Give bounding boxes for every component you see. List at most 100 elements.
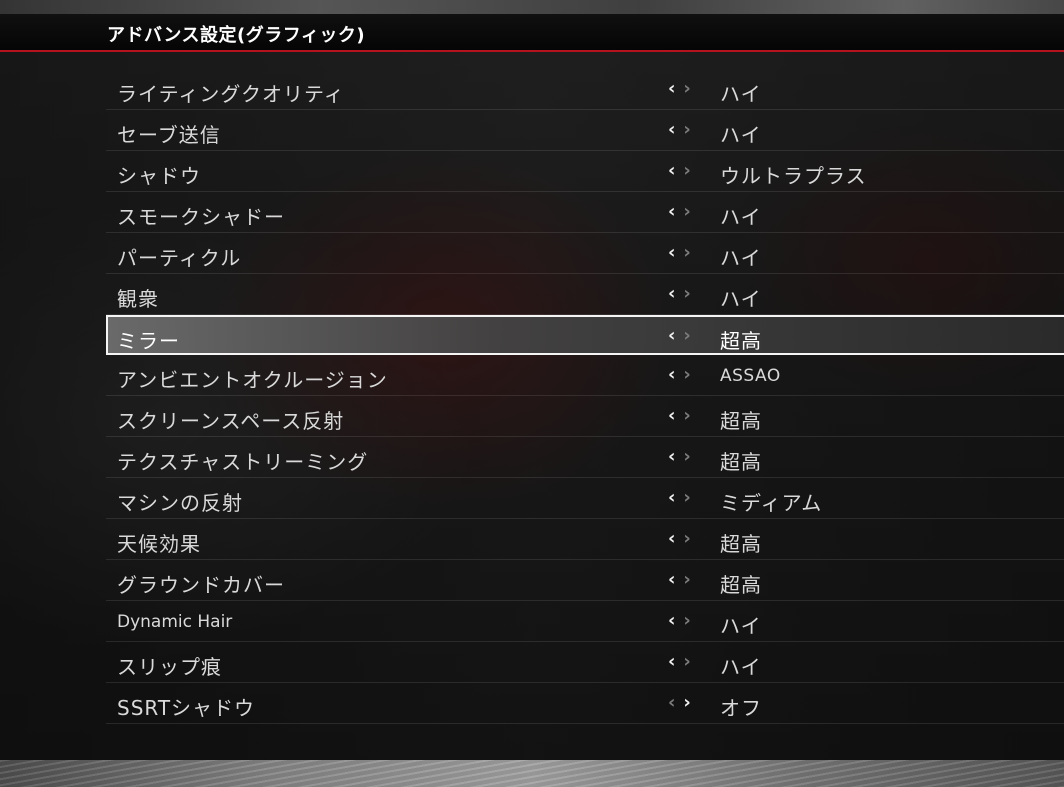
chevron-left-icon[interactable]: ‹ <box>668 78 675 99</box>
setting-value: ウルトラプラス <box>720 164 867 188</box>
value-arrows: ‹ › <box>668 692 691 713</box>
settings-row[interactable]: シャドウ ‹ › ウルトラプラス <box>106 151 1064 192</box>
chevron-right-icon[interactable]: › <box>683 446 690 467</box>
chevron-right-icon[interactable]: › <box>683 160 690 181</box>
settings-row[interactable]: セーブ送信 ‹ › ハイ <box>106 110 1064 151</box>
settings-row[interactable]: パーティクル ‹ › ハイ <box>106 233 1064 274</box>
setting-value: ハイ <box>720 655 762 679</box>
settings-row[interactable]: 天候効果 ‹ › 超高 <box>106 519 1064 560</box>
setting-value: 超高 <box>720 573 762 597</box>
chevron-right-icon[interactable]: › <box>683 528 690 549</box>
value-arrows: ‹ › <box>668 242 691 263</box>
chevron-right-icon[interactable]: › <box>683 610 690 631</box>
value-arrows: ‹ › <box>668 160 691 181</box>
chevron-right-icon[interactable]: › <box>683 405 690 426</box>
chevron-left-icon[interactable]: ‹ <box>668 283 675 304</box>
value-arrows: ‹ › <box>668 569 691 590</box>
setting-value: ハイ <box>720 614 762 638</box>
settings-row[interactable]: 観衆 ‹ › ハイ <box>106 274 1064 315</box>
setting-label: グラウンドカバー <box>117 573 285 597</box>
settings-row[interactable]: スリップ痕 ‹ › ハイ <box>106 642 1064 683</box>
chevron-left-icon[interactable]: ‹ <box>668 651 675 672</box>
settings-row[interactable]: ミラー ‹ › 超高 <box>106 315 1064 355</box>
chevron-right-icon[interactable]: › <box>683 692 690 713</box>
chevron-right-icon[interactable]: › <box>683 283 690 304</box>
chevron-left-icon[interactable]: ‹ <box>668 692 675 713</box>
setting-value: ハイ <box>720 287 762 311</box>
setting-label: シャドウ <box>117 164 201 188</box>
chevron-right-icon[interactable]: › <box>683 364 690 385</box>
setting-label: スクリーンスペース反射 <box>117 409 345 433</box>
value-arrows: ‹ › <box>668 364 691 385</box>
chevron-left-icon[interactable]: ‹ <box>668 487 675 508</box>
settings-row[interactable]: ライティングクオリティ ‹ › ハイ <box>106 69 1064 110</box>
chevron-left-icon[interactable]: ‹ <box>668 610 675 631</box>
value-arrows: ‹ › <box>668 283 691 304</box>
background-bottom-strip <box>0 760 1064 787</box>
setting-value: オフ <box>720 696 762 720</box>
value-arrows: ‹ › <box>668 610 691 631</box>
setting-label: テクスチャストリーミング <box>117 450 369 474</box>
value-arrows: ‹ › <box>668 405 691 426</box>
setting-label: スリップ痕 <box>117 655 222 679</box>
setting-label: マシンの反射 <box>117 491 243 515</box>
chevron-right-icon[interactable]: › <box>683 569 690 590</box>
setting-label: アンビエントオクルージョン <box>117 368 388 392</box>
setting-value: 超高 <box>720 329 762 353</box>
setting-value: ハイ <box>720 205 762 229</box>
chevron-left-icon[interactable]: ‹ <box>668 405 675 426</box>
value-arrows: ‹ › <box>668 78 691 99</box>
chevron-right-icon[interactable]: › <box>683 325 690 346</box>
settings-row[interactable]: テクスチャストリーミング ‹ › 超高 <box>106 437 1064 478</box>
settings-row[interactable]: スクリーンスペース反射 ‹ › 超高 <box>106 396 1064 437</box>
chevron-left-icon[interactable]: ‹ <box>668 119 675 140</box>
setting-label: ライティングクオリティ <box>117 82 345 106</box>
settings-row[interactable]: SSRTシャドウ ‹ › オフ <box>106 683 1064 724</box>
header-bar: アドバンス設定(グラフィック) <box>0 14 1064 52</box>
value-arrows: ‹ › <box>668 201 691 222</box>
chevron-right-icon[interactable]: › <box>683 78 690 99</box>
chevron-right-icon[interactable]: › <box>683 242 690 263</box>
game-settings-screen: アドバンス設定(グラフィック) ライティングクオリティ ‹ › ハイ セーブ送信 ‹ › ハイ… <box>0 0 1064 787</box>
chevron-right-icon[interactable]: › <box>683 119 690 140</box>
chevron-left-icon[interactable]: ‹ <box>668 364 675 385</box>
chevron-left-icon[interactable]: ‹ <box>668 325 675 346</box>
setting-value: ハイ <box>720 123 762 147</box>
chevron-left-icon[interactable]: ‹ <box>668 160 675 181</box>
setting-value: 超高 <box>720 532 762 556</box>
setting-label: パーティクル <box>117 246 242 270</box>
value-arrows: ‹ › <box>668 528 691 549</box>
value-arrows: ‹ › <box>668 446 691 467</box>
settings-row[interactable]: スモークシャドー ‹ › ハイ <box>106 192 1064 233</box>
setting-value: 超高 <box>720 409 762 433</box>
settings-row[interactable]: Dynamic Hair ‹ › ハイ <box>106 601 1064 642</box>
value-arrows: ‹ › <box>668 325 691 346</box>
chevron-left-icon[interactable]: ‹ <box>668 569 675 590</box>
chevron-left-icon[interactable]: ‹ <box>668 201 675 222</box>
chevron-left-icon[interactable]: ‹ <box>668 446 675 467</box>
setting-value: ハイ <box>720 246 762 270</box>
chevron-right-icon[interactable]: › <box>683 487 690 508</box>
setting-label: SSRTシャドウ <box>117 696 256 720</box>
settings-row[interactable]: アンビエントオクルージョン ‹ › ASSAO <box>106 355 1064 396</box>
setting-value: ミディアム <box>720 491 823 515</box>
chevron-left-icon[interactable]: ‹ <box>668 242 675 263</box>
page-title: アドバンス設定(グラフィック) <box>107 25 366 46</box>
chevron-right-icon[interactable]: › <box>683 651 690 672</box>
setting-label: 天候効果 <box>117 532 201 556</box>
chevron-right-icon[interactable]: › <box>683 201 690 222</box>
background-top-strip <box>0 0 1064 14</box>
settings-row[interactable]: グラウンドカバー ‹ › 超高 <box>106 560 1064 601</box>
setting-label: スモークシャドー <box>117 205 285 229</box>
value-arrows: ‹ › <box>668 651 691 672</box>
value-arrows: ‹ › <box>668 487 691 508</box>
settings-list: ライティングクオリティ ‹ › ハイ セーブ送信 ‹ › ハイ シャドウ ‹ › ウルトラプラス スモー… <box>106 69 1064 724</box>
setting-value: ASSAO <box>720 366 781 386</box>
setting-label: 観衆 <box>117 287 159 311</box>
setting-label: Dynamic Hair <box>117 612 233 632</box>
setting-label: ミラー <box>117 329 180 353</box>
chevron-left-icon[interactable]: ‹ <box>668 528 675 549</box>
setting-value: 超高 <box>720 450 762 474</box>
setting-value: ハイ <box>720 82 762 106</box>
settings-row[interactable]: マシンの反射 ‹ › ミディアム <box>106 478 1064 519</box>
